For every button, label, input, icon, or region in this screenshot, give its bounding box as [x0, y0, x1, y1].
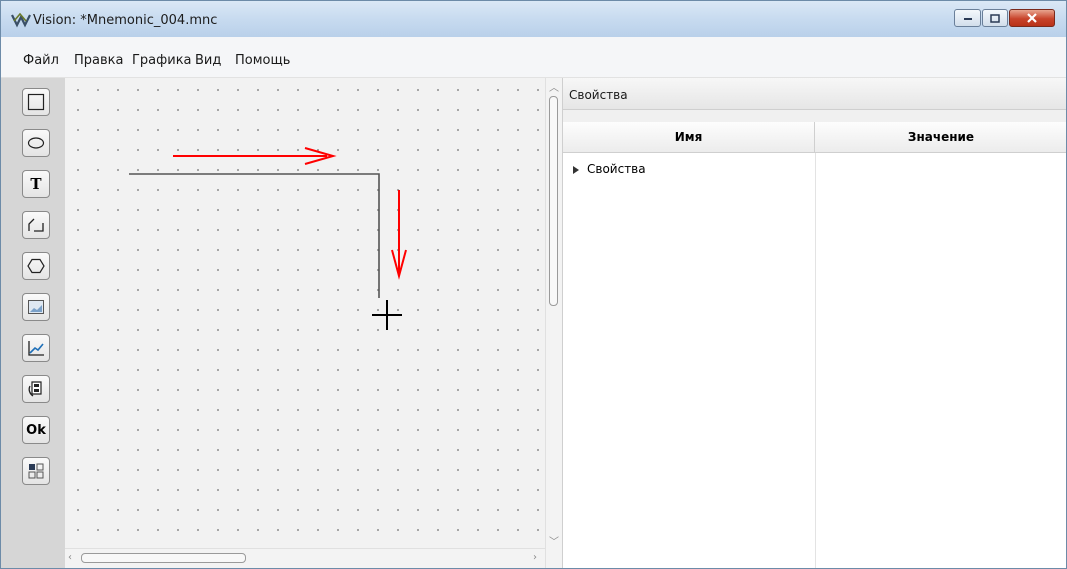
- properties-panel-title: Свойства: [569, 88, 628, 102]
- minimize-icon: [963, 18, 972, 20]
- widget-icon: [28, 463, 44, 479]
- rectangle-icon: [27, 93, 45, 111]
- crosshair-cursor-icon: [372, 300, 402, 330]
- app-window: Vision: *Mnemonic_004.mnc Файл Правка Гр…: [0, 0, 1067, 569]
- maximize-icon: [990, 13, 1000, 23]
- tool-palette: T Ok: [1, 78, 65, 568]
- polygon-icon: [27, 258, 45, 274]
- column-header-value[interactable]: Значение: [815, 122, 1066, 153]
- button-tool-button[interactable]: Ok: [22, 416, 50, 444]
- canvas-overlay: [129, 147, 407, 330]
- ok-button-icon: Ok: [26, 422, 46, 438]
- rectangle-tool-button[interactable]: [22, 88, 50, 116]
- menu-file[interactable]: Файл: [23, 53, 59, 68]
- menu-view[interactable]: Вид: [195, 53, 221, 68]
- property-name: Свойства: [587, 162, 646, 176]
- annotation-arrow-down: [391, 190, 407, 280]
- annotation-arrow-right: [173, 147, 337, 165]
- ellipse-icon: [27, 137, 45, 149]
- scroll-down-icon[interactable]: ﹀: [549, 533, 559, 548]
- drawn-polyline[interactable]: [129, 173, 380, 298]
- close-button[interactable]: [1009, 9, 1055, 27]
- column-header-name[interactable]: Имя: [563, 122, 815, 153]
- properties-panel: Свойства Имя Значение Свойства: [562, 78, 1066, 568]
- polyline-icon: [28, 218, 44, 232]
- ellipse-tool-button[interactable]: [22, 129, 50, 157]
- chart-tool-button[interactable]: [22, 334, 50, 362]
- property-tree-row[interactable]: Свойства: [573, 162, 646, 176]
- minimize-button[interactable]: [954, 9, 981, 27]
- document-tool-button[interactable]: [22, 375, 50, 403]
- menu-graphics[interactable]: Графика: [132, 53, 192, 68]
- text-icon: T: [30, 175, 42, 193]
- maximize-button[interactable]: [982, 9, 1008, 27]
- column-divider: [815, 153, 816, 568]
- polygon-tool-button[interactable]: [22, 252, 50, 280]
- vertical-scroll-thumb[interactable]: [549, 96, 558, 306]
- column-header-name-label: Имя: [674, 130, 703, 144]
- scroll-up-icon[interactable]: ︿: [549, 79, 559, 94]
- image-tool-button[interactable]: [22, 293, 50, 321]
- polyline-tool-button[interactable]: [22, 211, 50, 239]
- vertical-scrollbar[interactable]: ︿ ﹀: [545, 78, 562, 568]
- expand-arrow-icon[interactable]: [573, 165, 579, 174]
- properties-panel-header: Свойства: [563, 78, 1066, 110]
- title-bar[interactable]: Vision: *Mnemonic_004.mnc: [1, 1, 1066, 37]
- horizontal-scroll-thumb[interactable]: [81, 553, 246, 563]
- drawing-canvas[interactable]: [65, 78, 545, 548]
- widget-tool-button[interactable]: [22, 457, 50, 485]
- scroll-left-icon[interactable]: ‹: [68, 552, 72, 563]
- app-logo-icon: [11, 12, 31, 28]
- text-tool-button[interactable]: T: [22, 170, 50, 198]
- window-title: Vision: *Mnemonic_004.mnc: [33, 13, 218, 28]
- document-icon: [28, 381, 42, 397]
- column-header-value-label: Значение: [907, 130, 975, 144]
- image-icon: [28, 300, 44, 314]
- scroll-right-icon[interactable]: ›: [533, 552, 537, 563]
- properties-spacer: [563, 110, 1066, 122]
- menu-edit[interactable]: Правка: [74, 53, 123, 68]
- close-icon: [1027, 13, 1037, 23]
- horizontal-scrollbar[interactable]: ‹ ›: [65, 548, 545, 568]
- menu-help[interactable]: Помощь: [235, 53, 290, 68]
- menu-bar: Файл Правка Графика Вид Помощь: [1, 37, 1066, 78]
- chart-icon: [28, 341, 44, 356]
